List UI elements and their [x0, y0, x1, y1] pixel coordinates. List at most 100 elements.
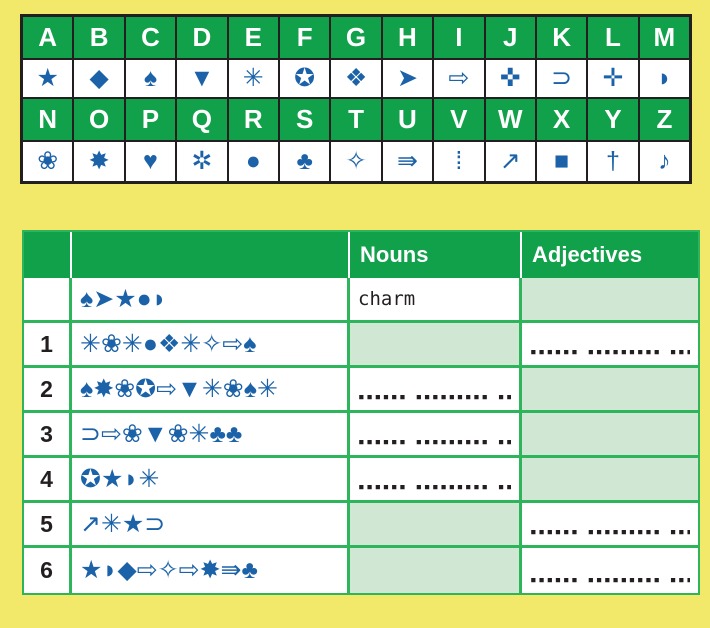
adjective-answer-cell: [522, 458, 698, 503]
symbol-glyph: ■: [554, 147, 570, 175]
four-diamond-cluster-icon: ❖: [331, 58, 383, 99]
cipher-letter-o: O: [74, 99, 126, 140]
coded-word-symbols: ✪★◗✳: [72, 458, 350, 503]
noun-answer-blank-line: ▪▪▪▪▪▪ ▪▪▪▪▪▪▪▪▪ ▪▪▪▪▪▪▪▪▪▪ ▪▪▪▪▪▪: [358, 435, 511, 448]
cipher-key-table: ABCDEFGHIJKLM ★ ◆ ♠ ▼ ✳ ✪ ❖ ➤ ⇨ ✜ ⊃ ✛ ◗ NOPQRSTUVWXY…: [20, 14, 692, 184]
noun-answer-cell[interactable]: ▪▪▪▪▪▪ ▪▪▪▪▪▪▪▪▪ ▪▪▪▪▪▪▪▪▪▪ ▪▪▪▪▪▪: [350, 458, 522, 503]
cipher-letter-u: U: [382, 99, 435, 140]
table-row: 3⊃⇨❀▼❀✳♣♣ ▪▪▪▪▪▪ ▪▪▪▪▪▪▪▪▪ ▪▪▪▪▪▪▪▪▪▪ ▪▪▪…: [24, 413, 698, 458]
noun-answer-cell: [350, 503, 522, 548]
dagger-cross-icon: †: [588, 140, 640, 181]
adjective-answer-cell: [522, 368, 698, 413]
cipher-symbols-row-2: ❀ ✸ ♥ ✲ ● ♣ ✧ ⇛ ⁞ ↗ ■ † ♪: [23, 140, 690, 181]
cipher-letter-d: D: [177, 17, 229, 58]
noun-answer-cell[interactable]: ▪▪▪▪▪▪ ▪▪▪▪▪▪▪▪▪ ▪▪▪▪▪▪▪▪▪▪ ▪▪▪▪▪▪: [350, 368, 522, 413]
cipher-letters-row-1: ABCDEFGHIJKLM: [23, 17, 690, 58]
filled-cross-plump-icon: ✜: [485, 58, 537, 99]
noun-answer-blank-line: ▪▪▪▪▪▪ ▪▪▪▪▪▪▪▪▪ ▪▪▪▪▪▪▪▪▪▪ ▪▪▪▪▪▪: [358, 390, 511, 403]
adjective-answer-cell[interactable]: ▪▪▪▪▪▪ ▪▪▪▪▪▪▪▪▪ ▪▪▪▪▪▪▪▪▪▪ ▪▪▪▪▪▪: [522, 323, 698, 368]
symbol-glyph: ⇛: [396, 147, 418, 175]
row-number: 6: [24, 548, 72, 593]
filled-five-point-star-icon: ★: [23, 58, 75, 99]
header-number-col: [24, 232, 72, 278]
symbol-glyph: †: [606, 147, 620, 175]
cipher-letter-w: W: [485, 99, 537, 140]
adjective-answer-blank-line: ▪▪▪▪▪▪ ▪▪▪▪▪▪▪▪▪ ▪▪▪▪▪▪▪▪▪▪ ▪▪▪▪▪▪: [530, 525, 690, 538]
symbol-glyph: ✛: [602, 64, 624, 92]
table-row: 5↗✳★⊃ ▪▪▪▪▪▪ ▪▪▪▪▪▪▪▪▪ ▪▪▪▪▪▪▪▪▪▪ ▪▪▪▪▪▪: [24, 503, 698, 548]
table-row: ♠➤★●◗ charm: [24, 278, 698, 323]
worksheet-table: Nouns Adjectives ♠➤★●◗ charm 1 ✳❀✳●❖✳✧⇨♠ ▪▪▪…: [22, 230, 700, 595]
symbol-glyph: ♪: [658, 147, 671, 175]
cipher-letter-f: F: [279, 17, 332, 58]
eight-spoke-asterisk-icon: ✳: [228, 58, 280, 99]
star-in-circle-icon: ✪: [279, 58, 332, 99]
table-header-row: Nouns Adjectives: [24, 232, 698, 278]
coded-word-symbols: ★◗◆⇨✧⇨✸⇛♣: [72, 548, 350, 593]
symbol-glyph: ⁞: [455, 147, 463, 175]
filled-down-triangle-icon: ▼: [177, 58, 229, 99]
header-adjectives: Adjectives: [522, 232, 698, 278]
adjective-answer-cell[interactable]: ▪▪▪▪▪▪ ▪▪▪▪▪▪▪▪▪ ▪▪▪▪▪▪▪▪▪▪ ▪▪▪▪▪▪: [522, 503, 698, 548]
adjective-answer-blank-line: ▪▪▪▪▪▪ ▪▪▪▪▪▪▪▪▪ ▪▪▪▪▪▪▪▪▪▪ ▪▪▪▪▪▪: [530, 345, 690, 358]
cipher-letter-n: N: [23, 99, 75, 140]
outlined-four-point-star-icon: ✧: [331, 140, 383, 181]
cipher-letter-l: L: [588, 17, 640, 58]
filled-circle-icon: ●: [228, 140, 280, 181]
cipher-letter-s: S: [279, 99, 332, 140]
symbol-glyph: ❖: [344, 64, 368, 92]
symbol-glyph: ✜: [499, 64, 521, 92]
header-nouns: Nouns: [350, 232, 522, 278]
noun-answer-cell[interactable]: ▪▪▪▪▪▪ ▪▪▪▪▪▪▪▪▪ ▪▪▪▪▪▪▪▪▪▪ ▪▪▪▪▪▪: [350, 413, 522, 458]
symbol-glyph: ✳: [242, 64, 264, 92]
cipher-letter-x: X: [536, 99, 589, 140]
small-plus-arrows-icon: ✛: [588, 58, 640, 99]
club-icon: ♣: [279, 140, 332, 181]
symbol-glyph: ↗: [499, 147, 521, 175]
coded-word-symbols: ✳❀✳●❖✳✧⇨♠: [72, 323, 350, 368]
cipher-letters-row-2: NOPQRSTUVWXYZ: [23, 99, 690, 140]
outlined-right-arrow-icon: ⇨: [434, 58, 486, 99]
symbol-glyph: ♠: [143, 64, 158, 92]
row-number: 2: [24, 368, 72, 413]
noun-answer-cell[interactable]: charm: [350, 278, 522, 323]
symbol-glyph: ⇨: [448, 64, 470, 92]
cipher-letter-c: C: [125, 17, 178, 58]
symbol-glyph: ❀: [37, 147, 59, 175]
cipher-letter-z: Z: [639, 99, 690, 140]
filled-diamond-icon: ◆: [74, 58, 126, 99]
adjective-answer-cell[interactable]: ▪▪▪▪▪▪ ▪▪▪▪▪▪▪▪▪ ▪▪▪▪▪▪▪▪▪▪ ▪▪▪▪▪▪: [522, 548, 698, 593]
eight-point-burst-icon: ✸: [74, 140, 126, 181]
cipher-symbols-row-1: ★ ◆ ♠ ▼ ✳ ✪ ❖ ➤ ⇨ ✜ ⊃ ✛ ◗: [23, 58, 690, 99]
two-dots-vertical-icon: ⁞: [434, 140, 486, 181]
open-crescent-loop-icon: ⊃: [536, 58, 589, 99]
arrow-with-tail-up-right-icon: ↗: [485, 140, 537, 181]
adjective-answer-cell: [522, 278, 698, 323]
spade-icon: ♠: [125, 58, 178, 99]
symbol-glyph: ◗: [656, 64, 672, 92]
symbol-glyph: ★: [36, 64, 59, 92]
cipher-letter-g: G: [331, 17, 383, 58]
symbol-glyph: ●: [245, 147, 261, 175]
coded-word-symbols: ↗✳★⊃: [72, 503, 350, 548]
cipher-letter-a: A: [23, 17, 75, 58]
cipher-letter-j: J: [485, 17, 537, 58]
coded-word-symbols: ♠✸❀✪⇨▼✳❀♠✳: [72, 368, 350, 413]
half-moon-right-icon: ◗: [639, 58, 690, 99]
cipher-letter-e: E: [228, 17, 280, 58]
filled-arrowhead-right-icon: ➤: [382, 58, 435, 99]
symbol-glyph: ➤: [396, 64, 418, 92]
row-number: 3: [24, 413, 72, 458]
symbol-glyph: ⊃: [551, 64, 573, 92]
table-row: 4✪★◗✳ ▪▪▪▪▪▪ ▪▪▪▪▪▪▪▪▪ ▪▪▪▪▪▪▪▪▪▪ ▪▪▪▪▪▪: [24, 458, 698, 503]
symbol-glyph: ♣: [296, 147, 313, 175]
table-row: 1✳❀✳●❖✳✧⇨♠ ▪▪▪▪▪▪ ▪▪▪▪▪▪▪▪▪ ▪▪▪▪▪▪▪▪▪▪ ▪▪…: [24, 323, 698, 368]
table-body: ♠➤★●◗ charm 1✳❀✳●❖✳✧⇨♠ ▪▪▪▪▪▪ ▪▪▪▪▪▪▪▪▪ ▪▪▪…: [24, 278, 698, 593]
filled-square-icon: ■: [536, 140, 589, 181]
five-petal-flower-icon: ❀: [23, 140, 75, 181]
cipher-letter-b: B: [74, 17, 126, 58]
cipher-letter-q: Q: [177, 99, 229, 140]
row-number: 4: [24, 458, 72, 503]
symbol-glyph: ✧: [345, 147, 367, 175]
cipher-letter-i: I: [434, 17, 486, 58]
